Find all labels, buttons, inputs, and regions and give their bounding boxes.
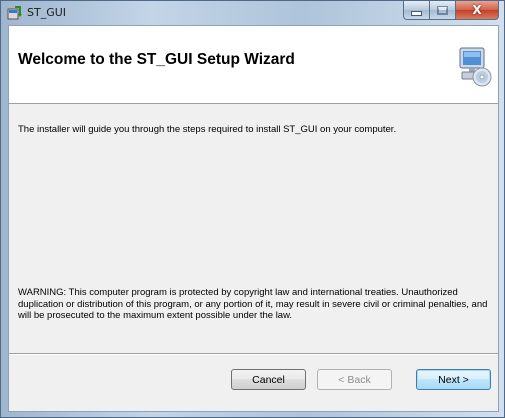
installer-app-icon[interactable]: [6, 5, 22, 21]
minimize-icon: [411, 10, 422, 16]
copyright-warning: WARNING: This computer program is protec…: [18, 287, 488, 321]
window-title: ST_GUI: [27, 6, 67, 19]
computer-install-icon: [458, 44, 492, 88]
back-button: < Back: [317, 369, 392, 390]
page-title: Welcome to the ST_GUI Setup Wizard: [18, 51, 295, 68]
intro-text: The installer will guide you through the…: [18, 124, 397, 135]
wizard-client-area: Welcome to the ST_GUI Setup Wizard The i…: [8, 25, 499, 412]
caption-buttons: X: [403, 1, 499, 20]
close-icon: X: [472, 3, 482, 17]
close-button[interactable]: X: [455, 1, 499, 20]
minimize-button[interactable]: [403, 1, 429, 20]
cancel-button[interactable]: Cancel: [231, 369, 306, 390]
title-bar[interactable]: ST_GUI X: [1, 1, 504, 25]
button-divider: [9, 353, 498, 355]
maximize-icon: [437, 5, 448, 15]
maximize-button: [429, 1, 455, 20]
wizard-banner: Welcome to the ST_GUI Setup Wizard: [9, 26, 498, 104]
setup-window: ST_GUI X Welcome to the ST_GUI Setup Wiz…: [0, 0, 505, 418]
next-button[interactable]: Next >: [416, 369, 491, 390]
